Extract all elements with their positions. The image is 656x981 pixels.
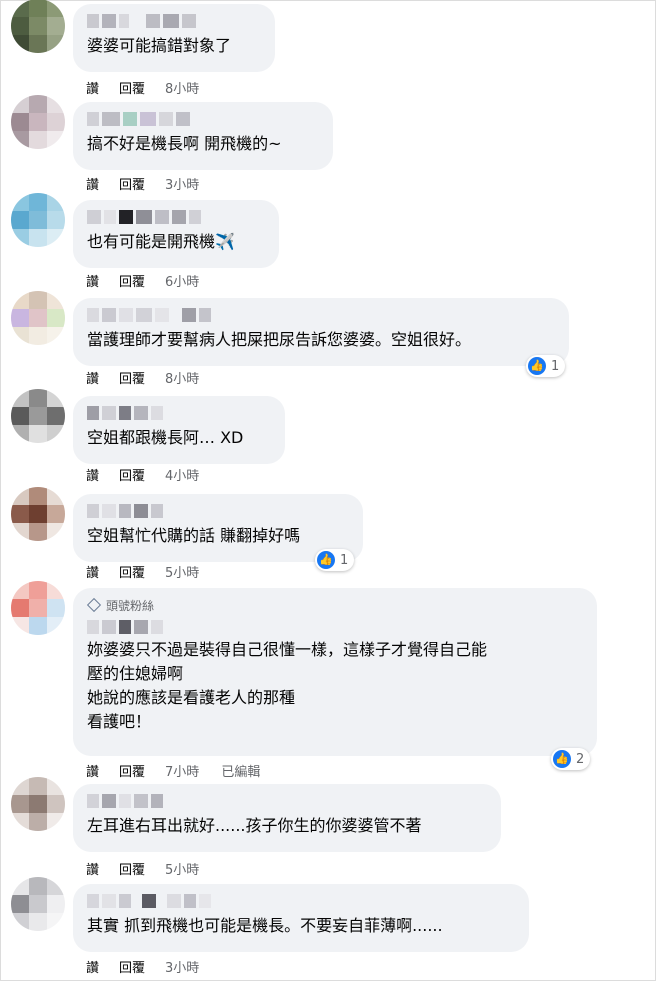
comment-bubble: 婆婆可能搞錯對象了 [73,4,275,72]
like-button[interactable]: 讚 [86,465,99,484]
avatar[interactable] [11,95,65,149]
avatar[interactable] [11,777,65,831]
comment-timestamp[interactable]: 7小時 [165,761,199,780]
reply-button[interactable]: 回覆 [119,957,145,976]
author-name[interactable] [87,618,585,636]
avatar[interactable] [11,389,65,443]
author-name[interactable] [87,892,517,910]
author-name[interactable] [87,110,321,128]
comment-text: 妳婆婆只不過是裝得自己很懂一樣，這樣子才覺得自己能 壓的住媳婦啊 她說的應該是看… [87,640,488,731]
like-button[interactable]: 讚 [86,368,99,387]
reaction-count[interactable]: 👍 2 [551,748,591,770]
thumbs-up-icon: 👍 [317,551,335,569]
comment-timestamp[interactable]: 5小時 [165,562,199,581]
badge-label: 頭號粉絲 [106,598,155,613]
comment-bubble: 左耳進右耳出就好......孩子你生的你婆婆管不著 [73,784,501,852]
like-button[interactable]: 讚 [86,761,99,780]
comment-actions: 讚 回覆 5小時 [86,561,221,581]
comment-text: 空姐都跟機長阿… XD [87,428,244,447]
comment-bubble: 當護理師才要幫病人把屎把尿告訴您婆婆。空姐很好。 [73,298,569,366]
comment-actions: 讚 回覆 3小時 [86,956,221,976]
comment-text: 空姐幫忙代購的話 賺翻掉好嗎 [87,526,301,545]
like-button[interactable]: 讚 [86,78,99,97]
author-name[interactable] [87,12,263,30]
reaction-count[interactable]: 👍 1 [526,355,566,377]
reply-button[interactable]: 回覆 [119,271,145,290]
thumbs-up-icon: 👍 [528,357,546,375]
comment-bubble: 頭號粉絲 妳婆婆只不過是裝得自己很懂一樣，這樣子才覺得自己能 壓的住媳婦啊 她說… [73,588,597,756]
comment-text: 其實 抓到飛機也可能是機長。不要妄自菲薄啊...... [87,916,443,935]
top-fan-badge: 頭號粉絲 [86,596,585,614]
thumbs-up-icon: 👍 [553,750,571,768]
author-name[interactable] [87,208,267,226]
comment-text: 也有可能是開飛機✈️ [87,232,235,251]
comment-actions: 讚 回覆 3小時 [86,173,221,193]
comment-text: 左耳進右耳出就好......孩子你生的你婆婆管不著 [87,816,422,835]
like-button[interactable]: 讚 [86,271,99,290]
avatar[interactable] [11,877,65,931]
reaction-number: 2 [576,751,585,767]
reaction-number: 1 [551,358,560,374]
comment-timestamp[interactable]: 8小時 [165,78,199,97]
comment-text: 搞不好是機長啊 開飛機的~ [87,134,282,153]
comment-bubble: 其實 抓到飛機也可能是機長。不要妄自菲薄啊...... [73,884,529,952]
reply-button[interactable]: 回覆 [119,562,145,581]
avatar[interactable] [11,581,65,635]
reaction-count[interactable]: 👍 1 [315,549,355,571]
comment-timestamp[interactable]: 8小時 [165,368,199,387]
avatar[interactable] [11,0,65,53]
comment-timestamp[interactable]: 3小時 [165,174,199,193]
author-name[interactable] [87,306,557,324]
reply-button[interactable]: 回覆 [119,368,145,387]
like-button[interactable]: 讚 [86,562,99,581]
like-button[interactable]: 讚 [86,859,99,878]
reply-button[interactable]: 回覆 [119,859,145,878]
reply-button[interactable]: 回覆 [119,174,145,193]
reply-button[interactable]: 回覆 [119,465,145,484]
comment-actions: 讚 回覆 8小時 [86,367,221,387]
avatar[interactable] [11,193,65,247]
avatar[interactable] [11,291,65,345]
comment-actions: 讚 回覆 6小時 [86,270,221,290]
comment-actions: 讚 回覆 4小時 [86,464,221,484]
comment-actions: 讚 回覆 7小時 已編輯 [86,760,260,780]
like-button[interactable]: 讚 [86,957,99,976]
author-name[interactable] [87,404,273,422]
comment-thread: 婆婆可能搞錯對象了 讚 回覆 8小時 搞不好是機長啊 開飛機的~ 讚 回覆 3小… [0,0,656,981]
comment-bubble: 也有可能是開飛機✈️ [73,200,279,268]
reply-button[interactable]: 回覆 [119,78,145,97]
comment-actions: 讚 回覆 8小時 [86,77,221,97]
edited-label: 已編輯 [221,764,261,780]
comment-text: 婆婆可能搞錯對象了 [87,36,232,55]
diamond-icon [86,597,102,613]
avatar[interactable] [11,487,65,541]
like-button[interactable]: 讚 [86,174,99,193]
reaction-number: 1 [340,552,349,568]
comment-timestamp[interactable]: 3小時 [165,957,199,976]
comment-timestamp[interactable]: 6小時 [165,271,199,290]
comment-text: 當護理師才要幫病人把屎把尿告訴您婆婆。空姐很好。 [87,330,472,349]
reply-button[interactable]: 回覆 [119,761,145,780]
comment-bubble: 空姐都跟機長阿… XD [73,396,285,464]
comment-timestamp[interactable]: 5小時 [165,859,199,878]
author-name[interactable] [87,502,351,520]
comment-bubble: 搞不好是機長啊 開飛機的~ [73,102,333,170]
comment-actions: 讚 回覆 5小時 [86,858,221,878]
author-name[interactable] [87,792,489,810]
comment-timestamp[interactable]: 4小時 [165,465,199,484]
